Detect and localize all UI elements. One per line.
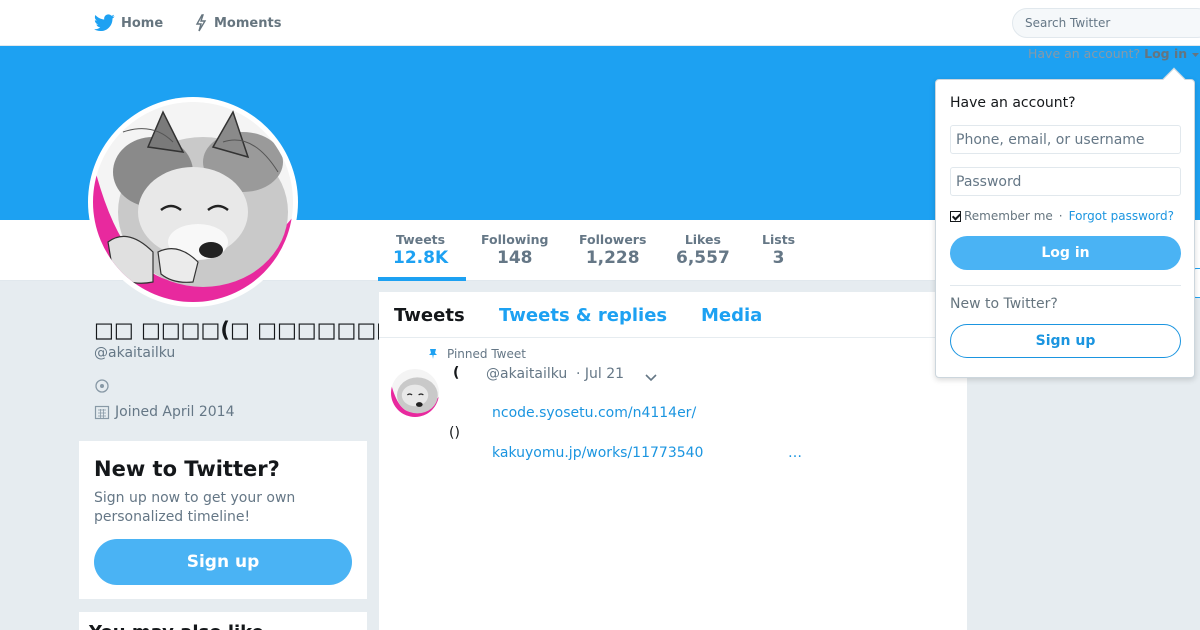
signup-card-title: New to Twitter?: [94, 457, 280, 481]
pin-icon: [429, 349, 437, 359]
tweet-more-link[interactable]: …: [788, 445, 802, 461]
stat-value: 12.8K: [393, 248, 449, 268]
twitter-bird-icon: [94, 14, 115, 32]
stat-lists[interactable]: Lists 3: [762, 232, 795, 268]
stat-label: Following: [481, 232, 549, 247]
stat-value: 1,228: [585, 248, 640, 268]
username-field[interactable]: [950, 125, 1181, 154]
password-field[interactable]: [950, 167, 1181, 196]
forgot-password-link[interactable]: Forgot password?: [1069, 209, 1174, 223]
tweet-author-name[interactable]: (: [453, 365, 459, 381]
nav-moments-label: Moments: [214, 15, 282, 31]
login-signup-button[interactable]: Sign up: [950, 324, 1181, 358]
you-may-also-like-card: You may also like: [79, 612, 367, 630]
new-to-twitter-label: New to Twitter?: [950, 296, 1058, 312]
tweet-author-handle[interactable]: @akaitailku: [486, 366, 567, 382]
stat-tweets[interactable]: Tweets 12.8K: [393, 232, 448, 268]
login-title: Have an account?: [950, 95, 1076, 111]
timeline-tabs: Tweets Tweets & replies Media: [379, 292, 967, 338]
nav-home-label: Home: [121, 15, 164, 31]
timeline: Tweets Tweets & replies Media Pinned Twe…: [379, 292, 967, 630]
top-nav-bar: Home Moments: [0, 0, 1200, 46]
location-pin-icon: [94, 378, 110, 398]
tab-media[interactable]: Media: [701, 305, 762, 326]
you-may-also-like-title: You may also like: [89, 622, 264, 630]
joined-text: Joined April 2014: [115, 404, 235, 420]
search-input[interactable]: [1012, 8, 1200, 38]
login-toggle[interactable]: Log in: [1144, 46, 1199, 61]
login-dropdown: Have an account? Remember me · Forgot pa…: [935, 79, 1195, 378]
tweet-avatar[interactable]: [391, 369, 439, 417]
calendar-icon: [94, 405, 110, 420]
joined-date: Joined April 2014: [94, 404, 235, 420]
tweet-link-syosetu[interactable]: ncode.syosetu.com/n4114er/: [492, 405, 696, 421]
signup-button[interactable]: Sign up: [94, 539, 352, 585]
divider: [950, 285, 1181, 286]
lightning-icon: [195, 14, 207, 32]
stat-label: Tweets: [396, 232, 446, 247]
stat-value: 6,557: [676, 248, 730, 268]
active-stat-underline: [378, 277, 466, 281]
profile-handle[interactable]: @akaitailku: [94, 345, 175, 361]
pinned-tweet-label: Pinned Tweet: [427, 347, 526, 361]
stat-label: Likes: [684, 232, 721, 247]
tab-tweets-replies[interactable]: Tweets & replies: [499, 305, 667, 326]
wolf-avatar-image: [93, 102, 293, 302]
have-account-text: Have an account?: [1028, 46, 1141, 61]
tweet-link-kakuyomu[interactable]: kakuyomu.jp/works/11773540: [492, 445, 703, 461]
caret-down-icon: [1191, 53, 1199, 57]
stat-value: 3: [772, 248, 785, 268]
signup-card: New to Twitter? Sign up now to get your …: [79, 441, 367, 599]
profile-avatar[interactable]: [88, 97, 298, 307]
stat-likes[interactable]: Likes 6,557: [676, 232, 730, 268]
stat-label: Followers: [579, 232, 647, 247]
stat-following[interactable]: Following 148: [481, 232, 548, 268]
remember-row: Remember me · Forgot password?: [950, 209, 1174, 223]
wolf-avatar-image: [391, 369, 439, 417]
remember-me-label[interactable]: Remember me: [964, 209, 1053, 223]
tweet-text: (): [449, 425, 460, 441]
tweet-date[interactable]: · Jul 21: [576, 366, 624, 382]
separator-dot: ·: [1058, 209, 1063, 223]
login-button[interactable]: Log in: [950, 236, 1181, 270]
signup-card-text: Sign up now to get your own personalized…: [94, 490, 296, 525]
tab-tweets[interactable]: Tweets: [394, 305, 465, 326]
stat-value: 148: [496, 248, 533, 268]
nav-home[interactable]: Home: [94, 0, 163, 46]
stat-label: Lists: [762, 232, 796, 247]
nav-moments[interactable]: Moments: [194, 0, 281, 46]
have-account-prompt[interactable]: Have an account? Log in: [1028, 46, 1199, 61]
stat-followers[interactable]: Followers 1,228: [579, 232, 646, 268]
remember-me-checkbox[interactable]: [950, 210, 961, 222]
tweet-menu-chevron-icon[interactable]: [644, 368, 658, 387]
